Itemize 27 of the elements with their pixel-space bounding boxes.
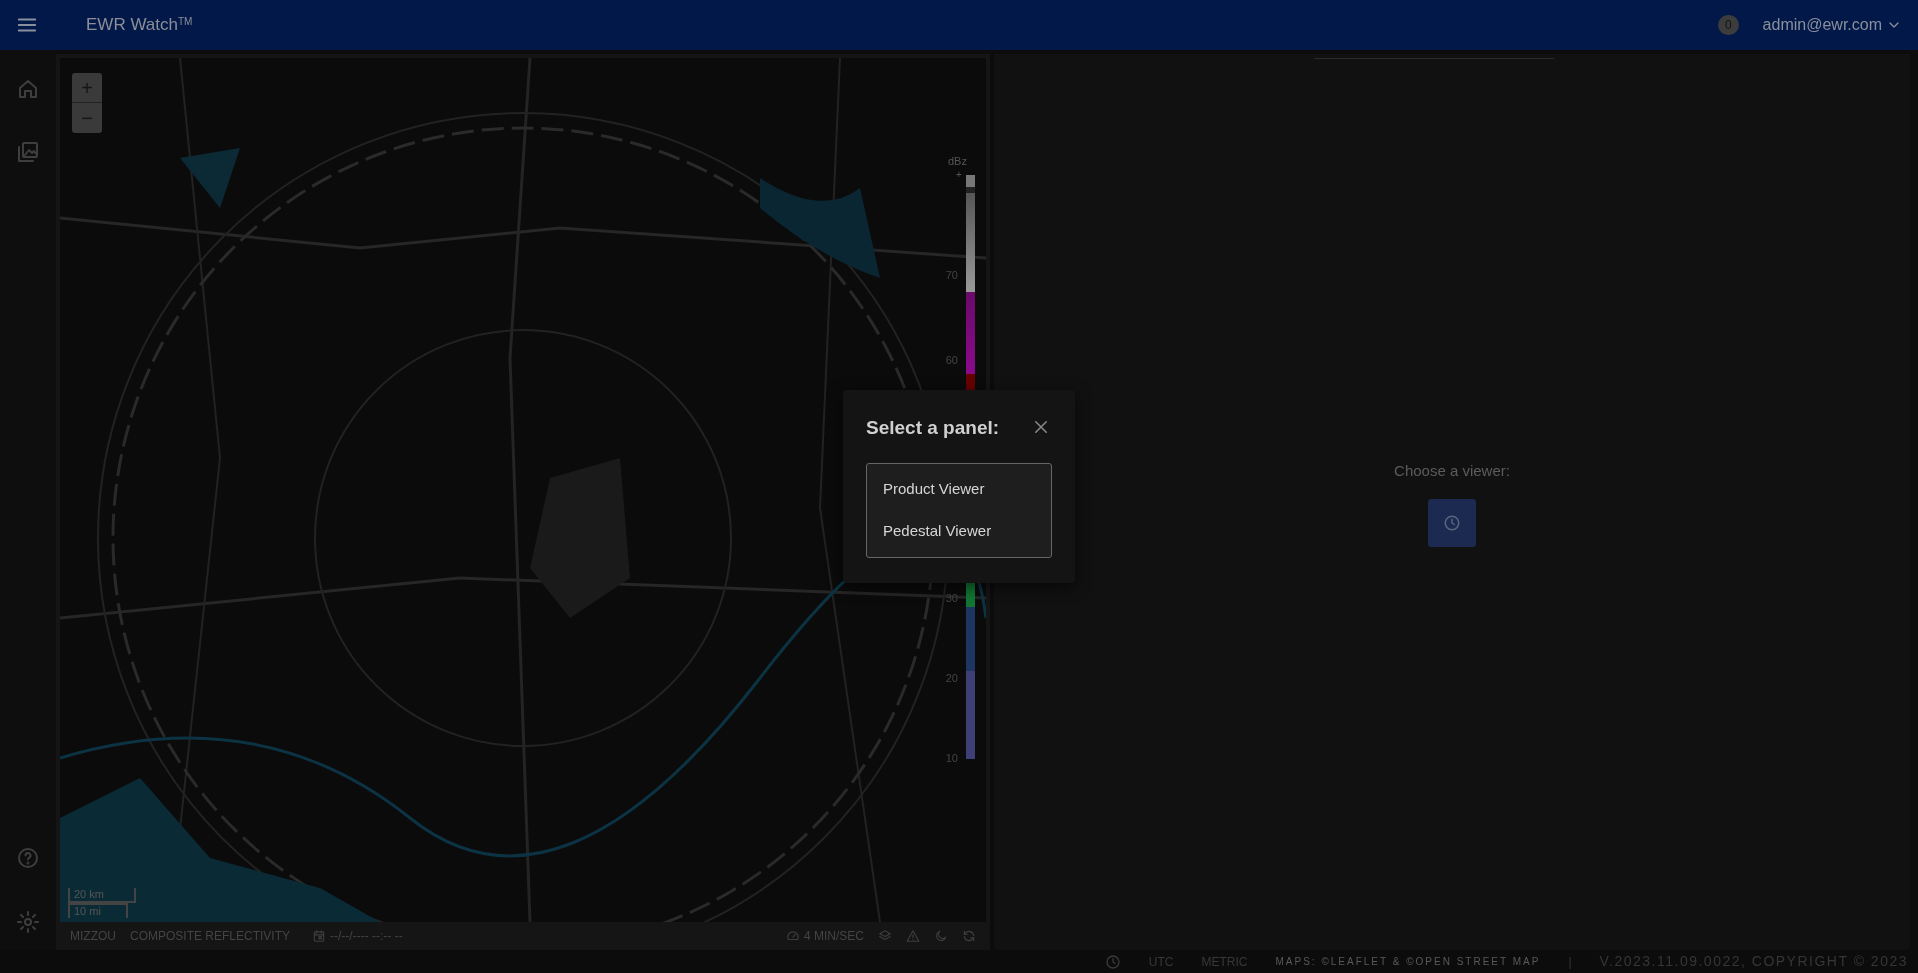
moon-icon[interactable] bbox=[934, 928, 948, 943]
add-viewer-button[interactable] bbox=[1428, 498, 1476, 547]
speedometer-icon[interactable] bbox=[786, 928, 800, 943]
help-icon[interactable] bbox=[16, 846, 40, 870]
legend-unit: dBz bbox=[948, 154, 967, 169]
app-title: EWR Watch$^{TM}$ bbox=[86, 14, 193, 37]
zoom-out-button[interactable]: − bbox=[72, 103, 102, 133]
viewer-prompt: Choose a viewer: bbox=[1394, 461, 1510, 481]
calendar-icon[interactable] bbox=[312, 928, 327, 943]
clock-icon bbox=[1443, 513, 1461, 532]
panel-option[interactable]: Pedestal Viewer bbox=[867, 510, 1051, 553]
warning-icon[interactable] bbox=[906, 928, 920, 943]
home-icon[interactable] bbox=[16, 77, 40, 101]
dialog-title: Select a panel: bbox=[866, 416, 1000, 440]
zoom-in-button[interactable]: + bbox=[72, 73, 102, 103]
clock-icon[interactable] bbox=[1104, 953, 1121, 970]
gallery-icon[interactable] bbox=[16, 140, 40, 164]
refresh-icon[interactable] bbox=[962, 928, 976, 943]
scale-label: 10 mi bbox=[68, 903, 128, 918]
scale-label: 20 km bbox=[68, 888, 136, 903]
legend-mark: + bbox=[956, 168, 962, 182]
datetime-label: --/--/---- --:-- -- bbox=[330, 927, 403, 945]
layers-icon[interactable] bbox=[878, 928, 892, 943]
panel-option[interactable]: Product Viewer bbox=[867, 467, 1051, 510]
map-attribution: MAPS: ©LEAFLET & ©OPEN STREET MAP bbox=[1275, 955, 1541, 969]
user-menu[interactable]: admin@ewr.com bbox=[1762, 13, 1882, 37]
separator: | bbox=[1568, 953, 1572, 971]
